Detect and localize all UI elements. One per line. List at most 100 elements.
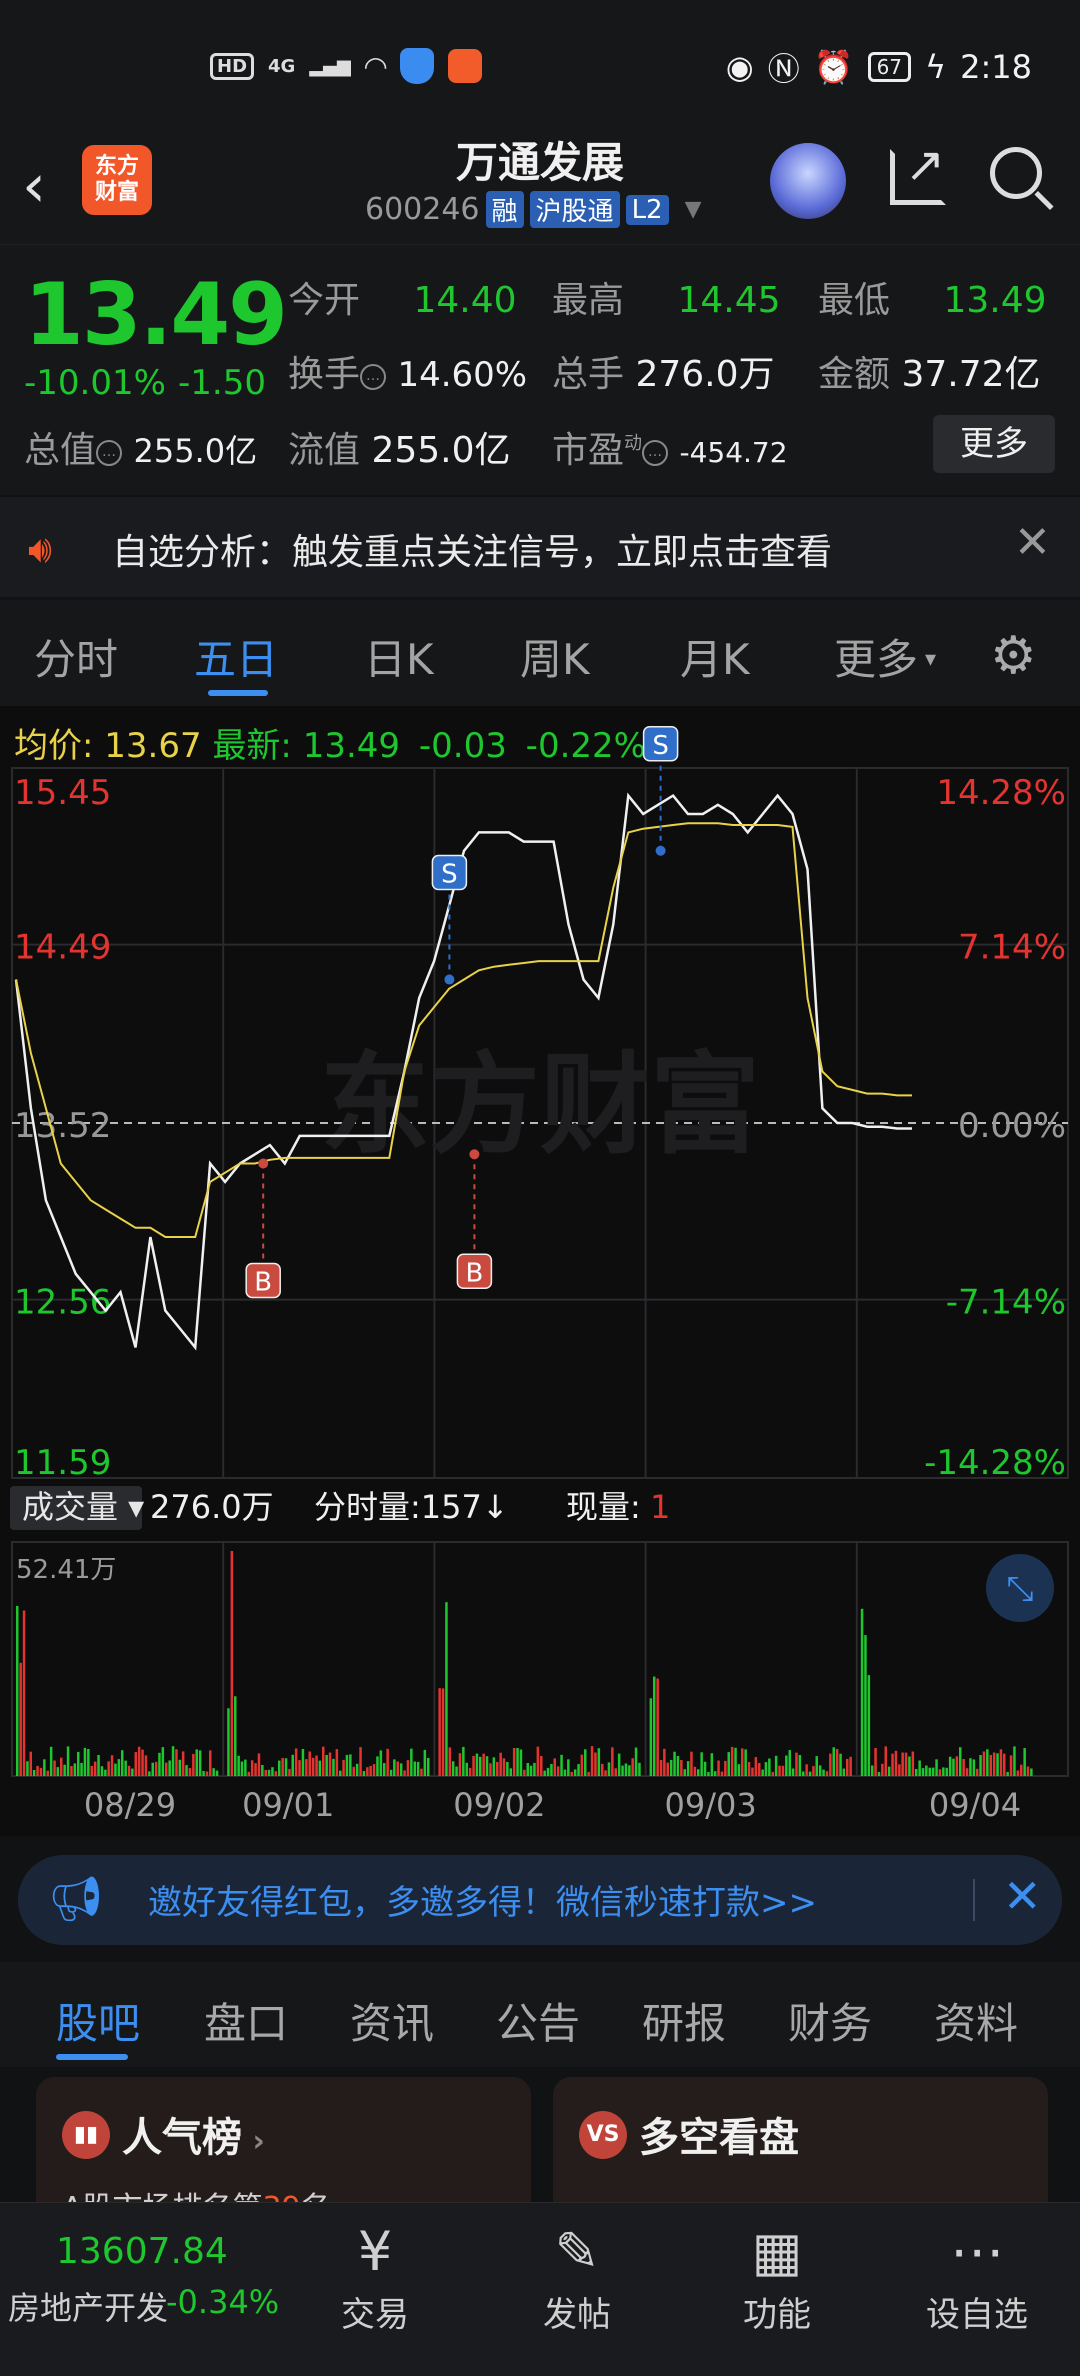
volume-bar <box>322 1746 325 1776</box>
clock: 2:18 <box>960 48 1032 86</box>
gear-icon[interactable]: ⚙ <box>990 626 1037 686</box>
mktcap-value: 255.0亿 <box>133 432 258 470</box>
amount-label: 金额 <box>818 354 891 395</box>
volume-bar <box>734 1747 737 1776</box>
volume-bar <box>294 1748 298 1776</box>
volume-bar <box>185 1765 188 1776</box>
volume-bar <box>969 1758 972 1776</box>
volume-bar <box>87 1749 90 1776</box>
tab-daily-k[interactable]: 日K <box>364 626 434 687</box>
low-value: 13.49 <box>943 280 1047 321</box>
volume-bar <box>372 1764 376 1776</box>
volume-bar <box>413 1761 416 1776</box>
nav-watchlist[interactable]: ⋯ 设自选 <box>912 2217 1042 2336</box>
tab-weekly-k[interactable]: 周K <box>520 626 590 687</box>
volume-bar <box>393 1759 396 1776</box>
mktcap-label: 总值 <box>24 430 97 471</box>
popularity-card[interactable]: ▮▮ 人气榜 › A股市场排名第39名 <box>36 2077 531 2202</box>
search-icon[interactable] <box>990 147 1042 199</box>
volume-bar <box>60 1757 63 1776</box>
tab-monthly-k[interactable]: 月K <box>680 626 750 687</box>
volume-bar <box>536 1746 540 1776</box>
volume-bar <box>754 1757 758 1776</box>
volume-bar <box>584 1749 587 1776</box>
five-day-chart[interactable]: 均价: 13.67 最新: 13.49 -0.03 -0.22% 东方财富 15.… <box>0 706 1080 1836</box>
volume-bar <box>663 1748 666 1776</box>
tab-forum[interactable]: 股吧 <box>56 1990 140 2051</box>
volume-bar <box>982 1751 986 1776</box>
volume-bar <box>741 1748 744 1776</box>
volume-bar <box>683 1769 686 1776</box>
volume-bar <box>815 1756 818 1776</box>
volume-bar <box>311 1757 315 1776</box>
volume-bar <box>127 1765 131 1776</box>
tab-orderbook[interactable]: 盘口 <box>204 1990 288 2051</box>
analysis-alert[interactable]: 🔊︎ 自选分析：触发重点关注信号，立即点击查看 ✕ <box>0 497 1080 597</box>
volume-bar <box>1006 1771 1009 1776</box>
turnover-row[interactable]: 换手… 14.60% <box>288 345 527 397</box>
volume-bar <box>805 1764 808 1776</box>
y-tick-left: 13.52 <box>14 1106 111 1146</box>
volume-bar <box>631 1758 634 1776</box>
tab-announcements[interactable]: 公告 <box>496 1990 580 2051</box>
volume-bar <box>901 1752 904 1776</box>
volume-bar <box>438 1688 441 1776</box>
stock-header: ‹ 东方 财富 万通发展 600246 融 沪股通 L2 ▼ ↗ <box>0 135 1080 245</box>
tab-intraday[interactable]: 分时 <box>34 626 118 687</box>
volume-bar <box>355 1763 359 1776</box>
volume-bar <box>785 1755 788 1776</box>
volume-bar <box>649 1698 653 1776</box>
volume-bar <box>90 1765 93 1776</box>
marker-dot <box>655 845 666 856</box>
volume-bar <box>144 1755 148 1776</box>
ai-assistant-icon[interactable] <box>770 143 846 219</box>
volume-bar <box>955 1756 959 1776</box>
volume-bar <box>638 1762 641 1776</box>
volume-bar <box>972 1759 976 1776</box>
nav-post[interactable]: ✎ 发帖 <box>512 2217 642 2336</box>
popular-title: 人气榜 <box>122 2115 242 2161</box>
mktcap-row[interactable]: 总值… 255.0亿 <box>24 421 257 473</box>
open-value: 14.40 <box>413 280 517 321</box>
volume-bar <box>254 1763 257 1776</box>
y-tick-left: 15.45 <box>14 773 111 813</box>
speaker-icon: 🔊︎ <box>28 527 52 571</box>
volume-bar <box>472 1755 475 1776</box>
volume-bar <box>601 1763 604 1776</box>
close-icon[interactable]: ✕ <box>1014 517 1051 568</box>
buy-marker-label: B <box>254 1267 272 1297</box>
tab-five-day[interactable]: 五日 <box>194 626 278 687</box>
volume-bar <box>257 1753 261 1776</box>
long-short-card[interactable]: VS 多空看盘 <box>553 2077 1048 2202</box>
volume-bar <box>345 1754 349 1776</box>
nav-trade[interactable]: ¥ 交易 <box>310 2217 440 2336</box>
volume-bar <box>274 1771 278 1776</box>
battery-icon: 67 <box>867 52 912 82</box>
tab-financials[interactable]: 财务 <box>788 1990 872 2051</box>
y-tick-left: 11.59 <box>14 1443 111 1483</box>
versus-icon: VS <box>579 2111 627 2159</box>
more-button[interactable]: 更多 <box>933 415 1055 473</box>
tab-news[interactable]: 资讯 <box>350 1990 434 2051</box>
volume-bar <box>717 1760 720 1776</box>
volume-bar <box>818 1765 822 1776</box>
close-icon[interactable]: ✕ <box>1003 1869 1042 1923</box>
low-label: 最低 <box>818 280 891 321</box>
volume-bar <box>771 1771 774 1776</box>
volume-bar <box>171 1746 175 1776</box>
tab-research[interactable]: 研报 <box>642 1990 726 2051</box>
stock-code-line[interactable]: 600246 融 沪股通 L2 ▼ <box>365 191 702 228</box>
tab-profile[interactable]: 资料 <box>934 1990 1018 2051</box>
volume-bar <box>215 1770 219 1776</box>
volume-bar <box>908 1756 911 1776</box>
volume-bar <box>509 1768 512 1776</box>
volume-bar <box>379 1750 383 1776</box>
volume-bar <box>281 1758 284 1776</box>
volume-bar <box>502 1758 506 1776</box>
invite-banner[interactable]: 📢︎ 邀好友得红包，多邀多得！微信秒速打款>> ✕ <box>18 1855 1062 1945</box>
nav-functions[interactable]: ▦ 功能 <box>712 2217 842 2336</box>
volume-bar <box>462 1746 465 1776</box>
pe-row[interactable]: 市盈动… -454.72 <box>552 421 788 473</box>
tab-more[interactable]: 更多 ▾ <box>834 626 936 687</box>
volume-bar <box>369 1765 372 1776</box>
